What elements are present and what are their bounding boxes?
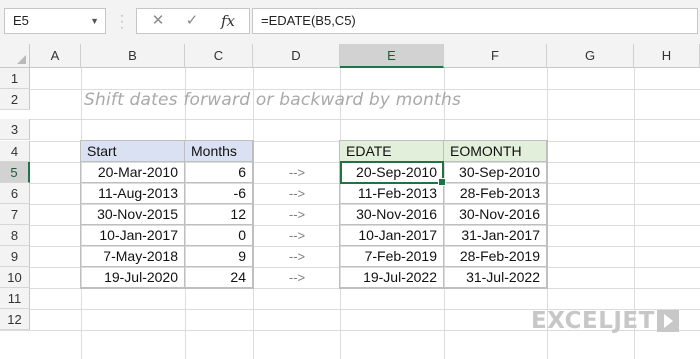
eomonth-cell[interactable]: 28-Feb-2019 xyxy=(444,246,547,267)
row-header-7[interactable]: 7 xyxy=(0,204,30,225)
row-header-5[interactable]: 5 xyxy=(0,162,30,183)
eomonth-cell[interactable]: 28-Feb-2013 xyxy=(444,183,547,204)
start-date-cell[interactable]: 19-Jul-2020 xyxy=(81,267,185,288)
edate-cell[interactable]: 30-Nov-2016 xyxy=(340,204,444,225)
start-date-cell[interactable]: 20-Mar-2010 xyxy=(81,162,185,183)
row-header-1[interactable]: 1 xyxy=(0,68,30,89)
gridline-horizontal xyxy=(0,288,700,289)
column-header-b[interactable]: B xyxy=(81,44,185,68)
confirm-icon[interactable]: ✓ xyxy=(177,9,207,33)
arrow-text[interactable]: --> xyxy=(277,162,317,183)
column-header-a[interactable]: A xyxy=(30,44,81,68)
exceljet-logo-icon xyxy=(657,310,679,332)
arrow-text[interactable]: --> xyxy=(277,183,317,204)
table-header-months[interactable]: Months xyxy=(185,141,253,162)
start-date-cell[interactable]: 30-Nov-2015 xyxy=(81,204,185,225)
row-header-6[interactable]: 6 xyxy=(0,183,30,204)
row-header-4[interactable]: 4 xyxy=(0,141,30,162)
column-header-d[interactable]: D xyxy=(253,44,340,68)
edate-cell[interactable]: 7-Feb-2019 xyxy=(340,246,444,267)
gridline-horizontal xyxy=(0,119,700,120)
table-header-eomonth[interactable]: EOMONTH xyxy=(444,141,547,162)
start-date-cell[interactable]: 7-May-2018 xyxy=(81,246,185,267)
sheet-title: Shift dates forward or backward by month… xyxy=(84,90,462,110)
eomonth-cell[interactable]: 31-Jan-2017 xyxy=(444,225,547,246)
months-cell[interactable]: 9 xyxy=(185,246,253,267)
arrow-text[interactable]: --> xyxy=(277,246,317,267)
row-header-8[interactable]: 8 xyxy=(0,225,30,246)
months-cell[interactable]: -6 xyxy=(185,183,253,204)
name-box-value: E5 xyxy=(13,13,29,28)
table-header-start[interactable]: Start xyxy=(81,141,185,162)
edate-cell[interactable]: 11-Feb-2013 xyxy=(340,183,444,204)
eomonth-cell[interactable]: 31-Jul-2022 xyxy=(444,267,547,288)
column-header-c[interactable]: C xyxy=(185,44,253,68)
months-cell[interactable]: 24 xyxy=(185,267,253,288)
row-header-10[interactable]: 10 xyxy=(0,267,30,288)
edate-cell[interactable]: 19-Jul-2022 xyxy=(340,267,444,288)
formula-bar: E5 ▼ · · · ✕ ✓ fx =EDATE(B5,C5) xyxy=(0,0,700,44)
row-header-11[interactable]: 11 xyxy=(0,288,30,309)
row-header-3[interactable]: 3 xyxy=(0,119,30,140)
start-date-cell[interactable]: 10-Jan-2017 xyxy=(81,225,185,246)
cancel-icon[interactable]: ✕ xyxy=(143,9,173,33)
arrow-text[interactable]: --> xyxy=(277,204,317,225)
arrow-text[interactable]: --> xyxy=(277,225,317,246)
exceljet-logo: EXCELJET xyxy=(531,308,655,334)
row-header-2[interactable]: 2 xyxy=(0,89,30,110)
months-cell[interactable]: 0 xyxy=(185,225,253,246)
chevron-down-icon[interactable]: ▼ xyxy=(90,9,99,33)
row-header-9[interactable]: 9 xyxy=(0,246,30,267)
formula-input[interactable]: =EDATE(B5,C5) xyxy=(252,8,698,34)
insert-function-icon[interactable]: fx xyxy=(213,9,243,33)
row-header-12[interactable]: 12 xyxy=(0,309,30,330)
column-header-f[interactable]: F xyxy=(444,44,547,68)
formula-buttons: ✕ ✓ fx xyxy=(136,8,250,34)
column-header-e[interactable]: E xyxy=(340,44,444,68)
arrow-text[interactable]: --> xyxy=(277,267,317,288)
select-all-button[interactable] xyxy=(0,44,30,68)
edate-cell[interactable]: 20-Sep-2010 xyxy=(340,162,444,183)
column-header-g[interactable]: G xyxy=(547,44,634,68)
eomonth-cell[interactable]: 30-Nov-2016 xyxy=(444,204,547,225)
edate-cell[interactable]: 10-Jan-2017 xyxy=(340,225,444,246)
table-header-edate[interactable]: EDATE xyxy=(340,141,444,162)
months-cell[interactable]: 6 xyxy=(185,162,253,183)
name-box[interactable]: E5 ▼ xyxy=(4,8,106,34)
eomonth-cell[interactable]: 30-Sep-2010 xyxy=(444,162,547,183)
drag-handle-icon[interactable]: · · · xyxy=(116,9,128,33)
column-header-h[interactable]: H xyxy=(634,44,700,68)
months-cell[interactable]: 12 xyxy=(185,204,253,225)
start-date-cell[interactable]: 11-Aug-2013 xyxy=(81,183,185,204)
